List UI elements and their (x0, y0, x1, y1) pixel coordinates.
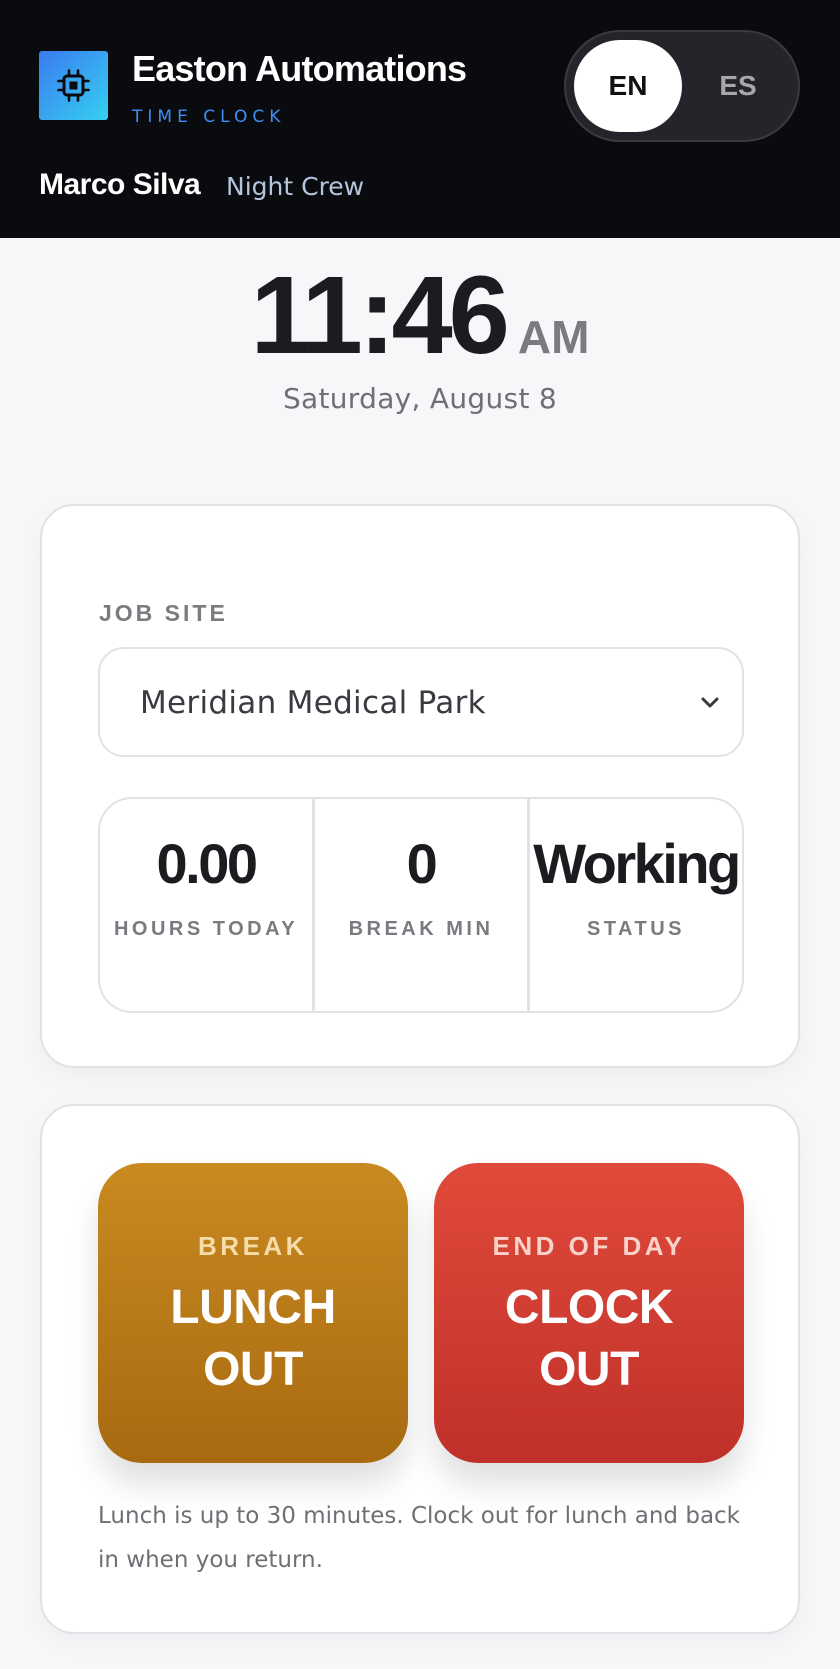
stat-hours-today: 0.00 HOURS TODAY (100, 799, 312, 1011)
button-kicker: END OF DAY (492, 1231, 686, 1261)
stat-label: STATUS (586, 918, 686, 940)
lunch-help-text: Lunch is up to 30 minutes. Clock out for… (98, 1503, 741, 1573)
clock-ampm: AM (517, 311, 590, 363)
stat-value: 0 (406, 832, 438, 895)
clock-out-button[interactable]: END OF DAY CLOCK OUT (434, 1163, 744, 1463)
stat-label: HOURS TODAY (113, 918, 299, 940)
stat-value: 0.00 (156, 832, 259, 895)
brand-logo (39, 51, 108, 120)
stat-break-min: 0 BREAK MIN (312, 799, 527, 1011)
button-label: LUNCH OUT (170, 1281, 336, 1396)
app-subtitle: TIME CLOCK (132, 107, 286, 127)
current-date: Saturday, August 8 (282, 382, 558, 415)
clock-time: 11:46 (250, 254, 510, 377)
stat-label: BREAK MIN (348, 918, 494, 940)
job-site-value: Meridian Medical Park (140, 685, 486, 721)
app-header: Easton Automations TIME CLOCK EN ES Marc… (0, 0, 840, 238)
language-toggle[interactable]: EN ES (564, 30, 800, 142)
actions-card: BREAK LUNCH OUT END OF DAY CLOCK OUT Lun… (40, 1104, 800, 1634)
user-crew: Night Crew (226, 172, 365, 201)
user-name: Marco Silva (39, 168, 201, 201)
stat-status: Working STATUS (527, 799, 742, 1011)
shift-info-card: JOB SITE Meridian Medical Park 0.00 HOUR… (40, 504, 800, 1068)
language-option-en[interactable]: EN (574, 40, 682, 132)
current-time: 11:46 AM (0, 252, 840, 379)
lunch-out-button[interactable]: BREAK LUNCH OUT (98, 1163, 408, 1463)
stat-value: Working (533, 832, 741, 895)
brand-name: Easton Automations (132, 48, 467, 89)
language-option-es[interactable]: ES (684, 40, 792, 132)
job-site-select[interactable]: Meridian Medical Park (98, 647, 744, 757)
button-kicker: BREAK (198, 1231, 308, 1261)
shift-stats: 0.00 HOURS TODAY 0 BREAK MIN Working STA… (98, 797, 744, 1013)
job-site-label: JOB SITE (99, 600, 228, 626)
chip-icon (57, 69, 90, 102)
chevron-down-icon (701, 697, 719, 708)
button-label: CLOCK OUT (504, 1281, 674, 1396)
